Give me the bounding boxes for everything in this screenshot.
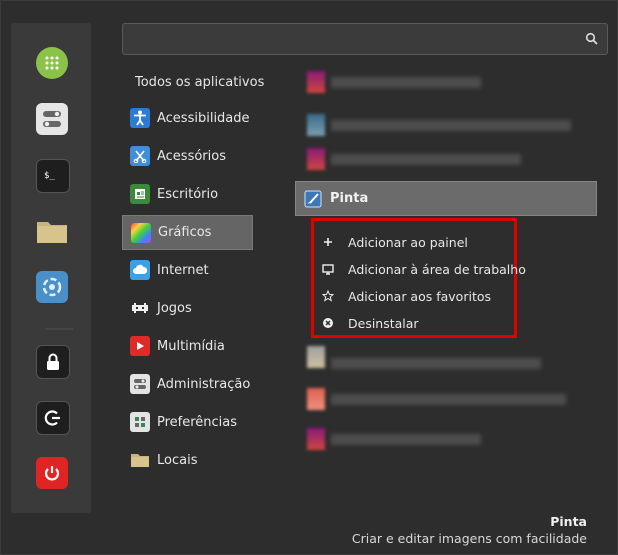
- administration-icon: [130, 374, 150, 394]
- places-icon: [130, 450, 150, 470]
- app-icon: [307, 346, 325, 368]
- star-icon: [322, 290, 334, 302]
- list-item[interactable]: [301, 148, 571, 170]
- category-label: Preferências: [157, 414, 238, 430]
- list-item[interactable]: [301, 346, 571, 369]
- preferences-icon: [130, 412, 150, 432]
- list-item[interactable]: [301, 388, 571, 410]
- category-administration[interactable]: Administração: [122, 367, 253, 401]
- category-label: Escritório: [157, 186, 219, 202]
- accessories-icon: [130, 146, 150, 166]
- menu-item-label: Adicionar à área de trabalho: [348, 261, 526, 277]
- app-label-redacted: [331, 154, 521, 165]
- category-office[interactable]: Escritório: [122, 177, 253, 211]
- app-label-redacted: [331, 77, 481, 88]
- category-multimedia[interactable]: Multimídia: [122, 329, 253, 363]
- search-box[interactable]: [122, 23, 608, 56]
- category-all-applications[interactable]: Todos os aplicativos: [135, 75, 264, 90]
- apps-grid-icon[interactable]: [36, 47, 68, 79]
- menu-item-label: Desinstalar: [348, 315, 419, 331]
- category-accessibility[interactable]: Acessibilidade: [122, 101, 253, 135]
- graphics-icon: [131, 222, 151, 243]
- context-menu: Adicionar ao painel Adicionar à área de …: [311, 218, 526, 338]
- category-label: Internet: [157, 262, 209, 278]
- menu-item-add-to-favorites[interactable]: Adicionar aos favoritos: [322, 285, 491, 307]
- folder-icon[interactable]: [36, 215, 68, 247]
- category-label: Acessórios: [157, 148, 226, 164]
- app-icon: [307, 428, 325, 450]
- app-item-pinta[interactable]: Pinta: [295, 181, 597, 216]
- category-places[interactable]: Locais: [122, 443, 253, 477]
- category-games[interactable]: Jogos: [122, 291, 253, 325]
- category-label: Locais: [157, 452, 198, 468]
- category-internet[interactable]: Internet: [122, 253, 253, 287]
- plus-icon: [322, 236, 334, 248]
- list-item[interactable]: [301, 428, 571, 450]
- power-icon[interactable]: [36, 457, 68, 489]
- desktop-icon: [322, 263, 334, 275]
- category-label: Administração: [157, 376, 251, 392]
- app-label-redacted: [331, 434, 481, 445]
- app-label-redacted: [331, 394, 566, 405]
- menu-item-uninstall[interactable]: Desinstalar: [322, 312, 419, 334]
- selected-app-description: Criar e editar imagens com facilidade: [351, 531, 587, 546]
- logout-icon[interactable]: [36, 401, 70, 435]
- favorites-separator: [45, 328, 73, 330]
- app-icon: [307, 388, 325, 410]
- category-label: Gráficos: [158, 225, 212, 240]
- accessibility-icon: [130, 108, 150, 128]
- app-label-redacted: [331, 358, 541, 369]
- app-icon: [307, 114, 325, 136]
- menu-item-add-to-desktop[interactable]: Adicionar à área de trabalho: [322, 258, 526, 280]
- search-icon: [585, 32, 598, 45]
- menu-item-add-to-panel[interactable]: Adicionar ao painel: [322, 231, 468, 253]
- category-label: Jogos: [157, 300, 192, 316]
- pinta-icon: [304, 189, 324, 209]
- selected-app-name: Pinta: [550, 514, 587, 529]
- app-icon: [307, 148, 325, 170]
- favorites-sidebar: $_: [11, 23, 91, 513]
- app-label: Pinta: [330, 191, 369, 206]
- app-label-redacted: [331, 120, 571, 131]
- software-update-icon[interactable]: [36, 271, 68, 303]
- menu-item-label: Adicionar aos favoritos: [348, 288, 491, 304]
- category-label: Multimídia: [157, 338, 225, 354]
- multimedia-icon: [130, 336, 150, 356]
- office-icon: [130, 184, 150, 204]
- svg-text:$_: $_: [44, 171, 55, 181]
- terminal-icon[interactable]: $_: [36, 159, 70, 193]
- lock-screen-icon[interactable]: [36, 345, 70, 379]
- menu-item-label: Adicionar ao painel: [348, 234, 468, 250]
- list-item[interactable]: [301, 114, 571, 136]
- category-label: Acessibilidade: [157, 110, 250, 126]
- toggle-settings-icon[interactable]: [36, 103, 68, 135]
- category-accessories[interactable]: Acessórios: [122, 139, 253, 173]
- games-icon: [130, 298, 150, 318]
- category-graphics[interactable]: Gráficos: [122, 215, 253, 250]
- category-preferences[interactable]: Preferências: [122, 405, 253, 439]
- search-input[interactable]: [123, 24, 573, 56]
- list-item[interactable]: [301, 71, 571, 93]
- internet-icon: [130, 260, 150, 280]
- app-icon: [307, 71, 325, 93]
- application-menu: $_ Todos os aplicativos Acessibilidade A…: [0, 0, 618, 555]
- uninstall-icon: [322, 317, 334, 329]
